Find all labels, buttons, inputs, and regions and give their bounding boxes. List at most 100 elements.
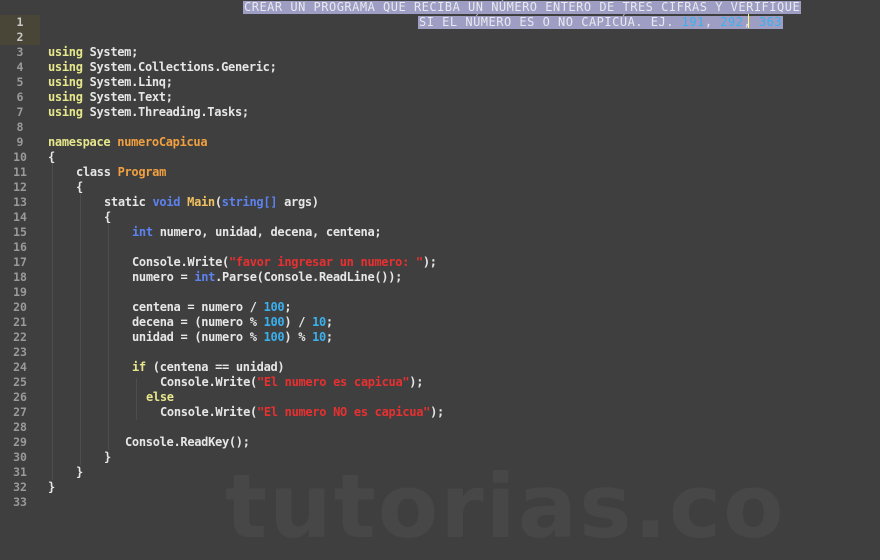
statement: Console.Write("El numero es capicua"); bbox=[160, 375, 423, 390]
brace: } bbox=[76, 465, 83, 479]
code-line: 27 else bbox=[0, 390, 880, 419]
expr: decena = (numero % bbox=[132, 315, 264, 329]
statement: decena = (numero % 100) / 10; bbox=[132, 315, 333, 330]
code-line: 19 numero = int.Parse(Console.ReadLine()… bbox=[0, 270, 880, 299]
watermark-logo: tutorias.co bbox=[225, 455, 786, 558]
class-declaration: class Program bbox=[76, 165, 166, 180]
example-number: 292 bbox=[720, 15, 744, 29]
code-line: 11 { bbox=[0, 150, 880, 179]
method-name: Main bbox=[187, 195, 215, 209]
using-statement: using System.Text; bbox=[48, 90, 173, 105]
keyword: using bbox=[48, 75, 83, 89]
punct: ); bbox=[422, 255, 437, 269]
keyword: void bbox=[152, 195, 181, 209]
keyword: using bbox=[48, 105, 83, 119]
code-line: 5 using System.Collections.Generic; bbox=[0, 60, 880, 89]
example-number: 191 bbox=[681, 15, 705, 29]
number-literal: 100 bbox=[263, 330, 285, 344]
method-declaration: static void Main(string[] args) bbox=[104, 195, 319, 210]
code-line: 9 bbox=[0, 120, 880, 149]
statement: Console.Write("El numero NO es capicua")… bbox=[160, 405, 444, 420]
call: Console.Write( bbox=[132, 255, 229, 269]
code-line: 20 bbox=[0, 285, 880, 314]
code-line: 22 decena = (numero % 100) / 10; bbox=[0, 315, 880, 344]
namespace-ref: System.Linq; bbox=[89, 75, 173, 89]
example-number: 363 bbox=[758, 15, 783, 29]
code-line: 15 { bbox=[0, 210, 880, 239]
call: .Parse(Console.ReadLine()); bbox=[215, 270, 403, 284]
paren: ( bbox=[214, 195, 222, 209]
variables: numero, unidad, decena, centena; bbox=[152, 225, 382, 239]
else-keyword: else bbox=[146, 390, 174, 404]
brace: { bbox=[76, 180, 83, 194]
code-line: 26 Console.Write("El numero es capicua")… bbox=[0, 375, 880, 404]
expr: unidad = (numero % bbox=[132, 330, 264, 344]
namespace-ref: System.Collections.Generic; bbox=[89, 60, 277, 74]
string-literal: "El numero es capicua" bbox=[256, 375, 410, 389]
number-literal: 10 bbox=[312, 330, 326, 344]
keyword: using bbox=[48, 60, 83, 74]
keyword: if bbox=[132, 360, 146, 374]
selected-comment-line[interactable]: SI EL NÚMERO ES O NO CAPICÚA. EJ. 191, 2… bbox=[418, 15, 784, 29]
line-number: 33 bbox=[13, 495, 27, 509]
if-statement: if (centena == unidad) bbox=[132, 360, 285, 375]
code-line: 24 bbox=[0, 345, 880, 374]
statement: unidad = (numero % 100) % 10; bbox=[132, 330, 333, 345]
code-line: 12 class Program bbox=[0, 165, 880, 194]
punct: ; bbox=[325, 330, 333, 344]
selected-comment-line[interactable]: CREAR UN PROGRAMA QUE RECIBA UN NÚMERO E… bbox=[243, 1, 802, 14]
namespace-ref: System; bbox=[89, 45, 139, 59]
keyword: using bbox=[48, 90, 83, 104]
code-line: 10 namespace numeroCapicua bbox=[0, 135, 880, 164]
code-line: 30 Console.ReadKey(); bbox=[0, 435, 880, 464]
code-line: 6 using System.Linq; bbox=[0, 75, 880, 104]
keyword: static bbox=[104, 195, 146, 209]
punct: ); bbox=[409, 375, 424, 389]
separator: , bbox=[704, 15, 721, 29]
code-line: 17 bbox=[0, 240, 880, 269]
punct: ; bbox=[284, 300, 292, 314]
type-keyword: int bbox=[194, 270, 216, 284]
statement: Console.Write("favor ingresar un numero:… bbox=[132, 255, 437, 270]
statement: centena = numero / 100; bbox=[132, 300, 292, 315]
call: Console.Write( bbox=[160, 375, 257, 389]
code-line: 29 bbox=[0, 420, 880, 449]
brace: { bbox=[48, 150, 55, 164]
keyword: using bbox=[48, 45, 83, 59]
code-line: 13 { bbox=[0, 180, 880, 209]
code-line: 23 unidad = (numero % 100) % 10; bbox=[0, 330, 880, 359]
keyword: class bbox=[76, 165, 111, 179]
code-line: 18 Console.Write("favor ingresar un nume… bbox=[0, 255, 880, 284]
brace: } bbox=[48, 480, 55, 494]
brace: } bbox=[104, 450, 111, 464]
string-literal: "favor ingresar un numero: " bbox=[228, 255, 423, 269]
namespace-ref: System.Threading.Tasks; bbox=[89, 105, 250, 119]
punct: ; bbox=[325, 315, 333, 329]
statement: numero = int.Parse(Console.ReadLine()); bbox=[132, 270, 402, 285]
variable-declaration: int numero, unidad, decena, centena; bbox=[132, 225, 382, 240]
type-keyword: int bbox=[132, 225, 153, 239]
namespace-declaration: namespace numeroCapicua bbox=[48, 135, 208, 150]
number-literal: 100 bbox=[263, 300, 285, 314]
text-cursor bbox=[748, 14, 749, 28]
namespace-ref: System.Text; bbox=[89, 90, 173, 104]
using-statement: using System.Threading.Tasks; bbox=[48, 105, 249, 120]
separator: , bbox=[743, 15, 759, 29]
keyword: namespace bbox=[48, 135, 111, 149]
code-line: 7 using System.Text; bbox=[0, 90, 880, 119]
using-statement: using System.Linq; bbox=[48, 75, 173, 90]
call: Console.Write( bbox=[160, 405, 257, 419]
code-editor[interactable]: 1 CREAR UN PROGRAMA QUE RECIBA UN NÚMERO… bbox=[0, 0, 880, 560]
using-statement: using System.Collections.Generic; bbox=[48, 60, 277, 75]
expr: ) / bbox=[284, 315, 313, 329]
code-line: 16 int numero, unidad, decena, centena; bbox=[0, 225, 880, 254]
expr: centena = numero / bbox=[132, 300, 264, 314]
condition: (centena == unidad) bbox=[145, 360, 285, 374]
code-line: 4 using System; bbox=[0, 45, 880, 74]
using-statement: using System; bbox=[48, 45, 138, 60]
number-literal: 10 bbox=[312, 315, 326, 329]
code-line: 21 centena = numero / 100; bbox=[0, 300, 880, 329]
code-line: 14 static void Main(string[] args) bbox=[0, 195, 880, 224]
comment-text: SI EL NÚMERO ES O NO CAPICÚA. EJ. bbox=[419, 15, 682, 29]
string-literal: "El numero NO es capicua" bbox=[256, 405, 431, 419]
